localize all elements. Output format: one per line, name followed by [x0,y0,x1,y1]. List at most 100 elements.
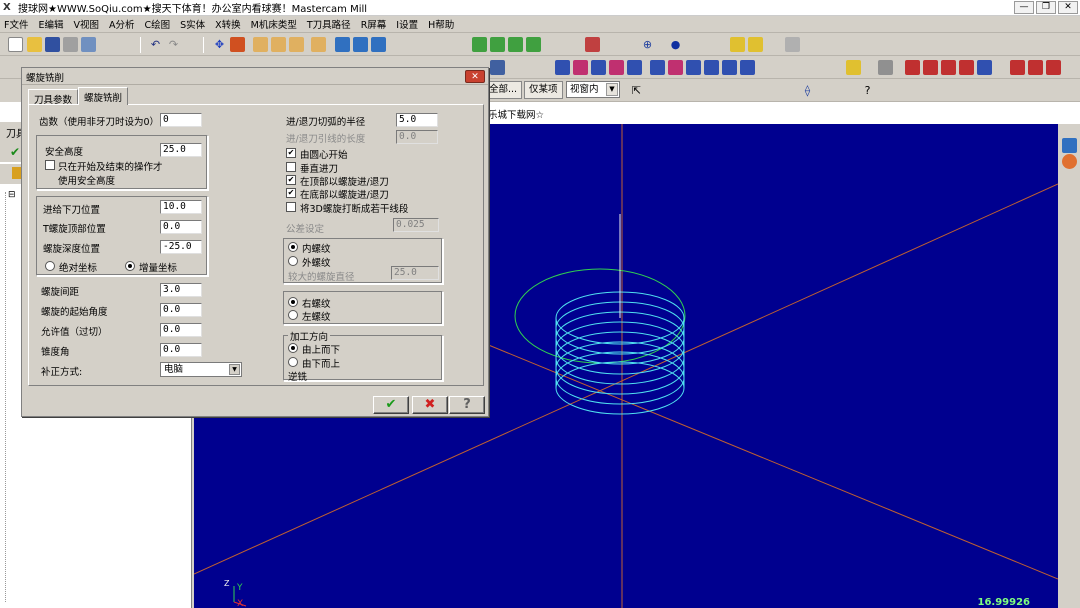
menu-file[interactable]: F文件 [4,17,28,31]
right-hand-radio[interactable] [288,297,298,307]
tree-expander[interactable]: ⊟ [8,190,16,200]
check-icon[interactable]: ✔ [10,145,20,159]
grid-icon[interactable] [905,60,920,75]
undo-icon[interactable]: ↶ [148,37,163,52]
comp-type-select[interactable]: 电脑 ▼ [160,362,242,377]
cube-top-view-icon[interactable] [472,37,487,52]
menu-edit[interactable]: E编辑 [38,17,63,31]
multi-pencil-icon[interactable] [748,37,763,52]
planes-icon[interactable] [585,37,600,52]
sphere-icon[interactable]: ● [668,37,683,52]
select-all-button[interactable]: 全部... [484,81,523,99]
menu-settings[interactable]: I设置 [396,17,418,31]
doc-icon[interactable] [977,60,992,75]
compass-icon[interactable] [1062,154,1077,169]
absolute-radio[interactable] [45,261,55,271]
taper-input[interactable]: 0.0 [160,343,202,357]
bottom-helix-checkbox[interactable]: ✔ [286,188,296,198]
pencil-icon[interactable] [730,37,745,52]
vertical-entry-checkbox[interactable] [286,162,296,172]
zoom-out-icon[interactable] [289,37,304,52]
shade-icon[interactable] [335,37,350,52]
menu-help[interactable]: H帮助 [428,17,454,31]
tab-tool-params[interactable]: 刀具参数 [28,89,79,106]
globe-icon[interactable]: ⊕ [640,37,655,52]
minimize-button[interactable]: — [1014,1,1034,14]
maximize-button[interactable]: ❐ [1036,1,1056,14]
wireframe-icon[interactable] [353,37,368,52]
safe-height-input[interactable]: 25.0 [160,143,202,157]
verify-icon[interactable] [1010,60,1025,75]
lead-length-input[interactable]: 0.0 [396,130,438,144]
print-icon[interactable] [63,37,78,52]
tag-icon[interactable] [959,60,974,75]
cube-side-view-icon[interactable] [508,37,523,52]
only-start-end-checkbox[interactable] [45,160,55,170]
redo-icon[interactable]: ↷ [166,37,181,52]
new-file-icon[interactable] [8,37,23,52]
list-icon[interactable] [923,60,938,75]
help-button[interactable]: ? [449,396,485,414]
pan-icon[interactable]: ✥ [212,37,227,52]
menu-machine-type[interactable]: M机床类型 [251,17,297,31]
menu-analyze[interactable]: A分析 [109,17,135,31]
dialog-close-button[interactable]: ✕ [465,70,485,83]
break-3d-checkbox[interactable] [286,202,296,212]
cancel-button[interactable]: ✖ [412,396,448,414]
pitch-input[interactable]: 3.0 [160,283,202,297]
feed-pos-input[interactable]: 10.0 [160,200,202,214]
ok-button[interactable]: ✔ [373,396,409,414]
left-hand-radio[interactable] [288,310,298,320]
major-diameter-input[interactable]: 25.0 [391,266,439,280]
offset-icon[interactable] [627,60,642,75]
select-only-button[interactable]: 仅某项 [524,81,563,99]
break-icon[interactable] [668,60,683,75]
join-icon[interactable] [686,60,701,75]
post-icon[interactable] [1046,60,1061,75]
allowance-input[interactable]: 0.0 [160,323,202,337]
top-down-radio[interactable] [288,343,298,353]
settings-small-icon[interactable] [878,60,893,75]
print-preview-icon[interactable] [81,37,96,52]
teeth-input[interactable]: 0 [160,113,202,127]
top-pos-input[interactable]: 0.0 [160,220,202,234]
hidden-line-icon[interactable] [371,37,386,52]
light-icon[interactable] [846,60,861,75]
array-icon[interactable] [704,60,719,75]
menu-xform[interactable]: X转换 [215,17,241,31]
drag-icon[interactable] [722,60,737,75]
mask-select-icon[interactable]: ⟠ [800,83,815,98]
close-window-button[interactable]: ✕ [1058,1,1078,14]
toolbar2-tool-icon[interactable] [490,60,505,75]
external-thread-radio[interactable] [288,256,298,266]
menu-screen[interactable]: R屏幕 [361,17,387,31]
translate-icon[interactable] [555,60,570,75]
view-cube-icon[interactable] [1062,138,1077,153]
rotate-icon[interactable] [573,60,588,75]
cursor-select-icon[interactable]: ⇱ [629,83,644,98]
select-mode-dropdown[interactable]: 视窗内 ▼ [566,81,620,98]
triangle-icon[interactable] [740,60,755,75]
top-helix-checkbox[interactable]: ✔ [286,175,296,185]
cube-front-view-icon[interactable] [490,37,505,52]
gray-tool-icon[interactable] [785,37,800,52]
tab-helix-milling[interactable]: 螺旋铣削 [78,87,129,105]
trim-icon[interactable] [650,60,665,75]
help-pointer-icon[interactable]: ? [860,83,875,98]
incremental-radio[interactable] [125,261,135,271]
zoom-in-icon[interactable] [271,37,286,52]
menu-create[interactable]: C绘图 [144,17,170,31]
menu-solids[interactable]: S实体 [180,17,205,31]
open-folder-icon[interactable] [27,37,42,52]
menu-view[interactable]: V视图 [73,17,99,31]
mirror-icon[interactable] [591,60,606,75]
tolerance-input[interactable]: 0.025 [393,218,439,232]
arc-radius-input[interactable]: 5.0 [396,113,438,127]
menu-toolpaths[interactable]: T刀具路径 [307,17,351,31]
scale-icon[interactable] [609,60,624,75]
save-icon[interactable] [45,37,60,52]
layer-icon[interactable] [941,60,956,75]
zoom-window-icon[interactable] [253,37,268,52]
bottom-up-radio[interactable] [288,357,298,367]
zoom-fit-icon[interactable] [311,37,326,52]
